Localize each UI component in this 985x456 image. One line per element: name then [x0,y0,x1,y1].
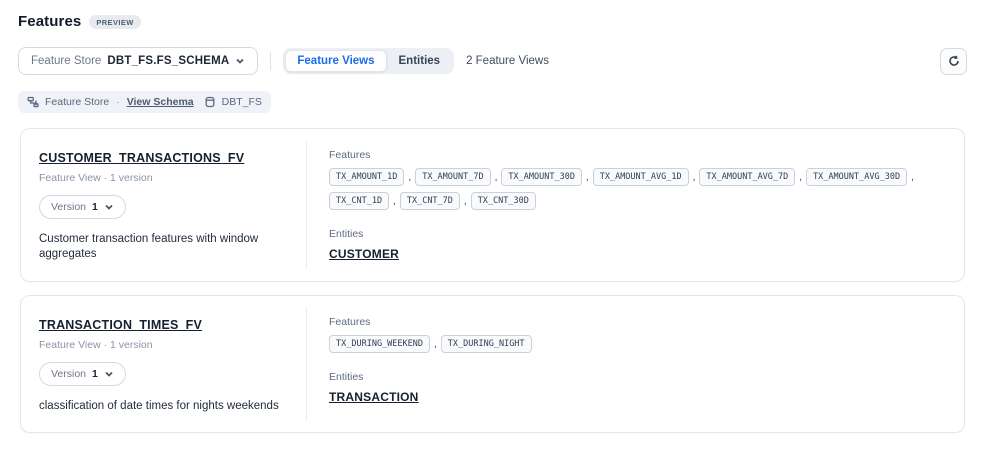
page-header: Features PREVIEW [0,0,985,30]
chip-separator: , [464,196,467,207]
feature-chip-group: TX_AMOUNT_AVG_7D, [699,168,802,186]
feature-chip: TX_AMOUNT_AVG_30D [806,168,907,186]
entities-section-label: Entities [329,228,950,240]
view-tabs: Feature Views Entities [283,48,454,74]
breadcrumb-database-name: DBT_FS [222,96,262,108]
version-label: Version [51,201,86,213]
feature-chip: TX_AMOUNT_AVG_7D [699,168,795,186]
feature-chip-group: TX_CNT_30D [471,192,536,210]
feature-chip: TX_CNT_7D [400,192,460,210]
features-section-label: Features [329,316,950,328]
feature-view-card: TRANSACTION_TIMES_FV Feature View · 1 ve… [20,295,965,433]
feature-chip-group: TX_CNT_7D, [400,192,467,210]
entity-link-list: TRANSACTION [329,383,950,406]
feature-view-list: CUSTOMER_TRANSACTIONS_FV Feature View · … [20,128,965,433]
breadcrumb: Feature Store · View Schema DBT_FS [18,91,271,113]
feature-chip-list: TX_AMOUNT_1D,TX_AMOUNT_7D,TX_AMOUNT_30D,… [329,168,950,210]
feature-store-value: DBT_FS.FS_SCHEMA [107,55,229,67]
chip-separator: , [434,339,437,350]
feature-view-title-link[interactable]: TRANSACTION_TIMES_FV [39,318,202,332]
feature-view-description: Customer transaction features with windo… [39,232,284,262]
version-selector[interactable]: Version 1 [39,362,126,386]
entity-link-list: CUSTOMER [329,240,950,263]
feature-chip-group: TX_CNT_1D, [329,192,396,210]
feature-chip-list: TX_DURING_WEEKEND,TX_DURING_NIGHT [329,335,950,353]
feature-view-subtitle: Feature View · 1 version [39,172,286,184]
version-selector[interactable]: Version 1 [39,195,126,219]
version-value: 1 [92,201,98,213]
entity-link[interactable]: CUSTOMER [329,247,399,261]
version-value: 1 [92,368,98,380]
toolbar: Feature Store DBT_FS.FS_SCHEMA Feature V… [18,47,967,75]
version-label: Version [51,368,86,380]
feature-chip-group: TX_DURING_WEEKEND, [329,335,437,353]
feature-store-label: Feature Store [31,55,101,67]
chip-separator: , [495,172,498,183]
entities-section: Entities CUSTOMER [329,228,950,263]
tab-feature-views[interactable]: Feature Views [285,50,386,72]
card-summary: CUSTOMER_TRANSACTIONS_FV Feature View · … [21,129,306,281]
chip-separator: , [393,196,396,207]
chip-separator: , [693,172,696,183]
entities-section: Entities TRANSACTION [329,371,950,406]
feature-chip: TX_AMOUNT_30D [501,168,582,186]
chevron-down-icon [104,202,114,212]
card-details: Features TX_DURING_WEEKEND,TX_DURING_NIG… [306,308,964,420]
feature-chip: TX_CNT_30D [471,192,536,210]
feature-store-selector[interactable]: Feature Store DBT_FS.FS_SCHEMA [18,47,258,75]
feature-chip-group: TX_AMOUNT_1D, [329,168,411,186]
feature-chip: TX_DURING_NIGHT [441,335,532,353]
tab-entities[interactable]: Entities [387,50,453,72]
feature-view-title-link[interactable]: CUSTOMER_TRANSACTIONS_FV [39,151,244,165]
page-title: Features [18,13,81,30]
features-section-label: Features [329,149,950,161]
view-schema-link[interactable]: View Schema [127,96,194,108]
breadcrumb-row: Feature Store · View Schema DBT_FS [18,91,967,113]
chip-separator: , [408,172,411,183]
feature-view-subtitle: Feature View · 1 version [39,339,286,351]
entity-link[interactable]: TRANSACTION [329,390,419,404]
breadcrumb-store-label: Feature Store [45,96,109,108]
chip-separator: , [799,172,802,183]
feature-chip-group: TX_AMOUNT_AVG_30D, [806,168,914,186]
card-summary: TRANSACTION_TIMES_FV Feature View · 1 ve… [21,296,306,432]
chip-separator: , [911,172,914,183]
breadcrumb-separator: · [116,96,120,108]
feature-store-icon [27,96,39,108]
feature-chip: TX_AMOUNT_7D [415,168,490,186]
feature-chip: TX_DURING_WEEKEND [329,335,430,353]
refresh-button[interactable] [940,48,967,75]
feature-chip: TX_AMOUNT_AVG_1D [593,168,689,186]
refresh-icon [948,55,960,67]
feature-chip-group: TX_AMOUNT_7D, [415,168,497,186]
feature-chip: TX_CNT_1D [329,192,389,210]
feature-chip-group: TX_AMOUNT_AVG_1D, [593,168,696,186]
feature-view-description: classification of date times for nights … [39,399,284,414]
database-icon [204,96,216,108]
feature-chip-group: TX_AMOUNT_30D, [501,168,588,186]
feature-chip: TX_AMOUNT_1D [329,168,404,186]
chevron-down-icon [104,369,114,379]
feature-views-count: 2 Feature Views [466,55,549,67]
feature-chip-group: TX_DURING_NIGHT [441,335,532,353]
toolbar-divider [270,52,271,70]
preview-badge: PREVIEW [89,15,140,29]
chevron-down-icon [235,56,245,66]
card-details: Features TX_AMOUNT_1D,TX_AMOUNT_7D,TX_AM… [306,141,964,269]
feature-view-card: CUSTOMER_TRANSACTIONS_FV Feature View · … [20,128,965,282]
entities-section-label: Entities [329,371,950,383]
chip-separator: , [586,172,589,183]
